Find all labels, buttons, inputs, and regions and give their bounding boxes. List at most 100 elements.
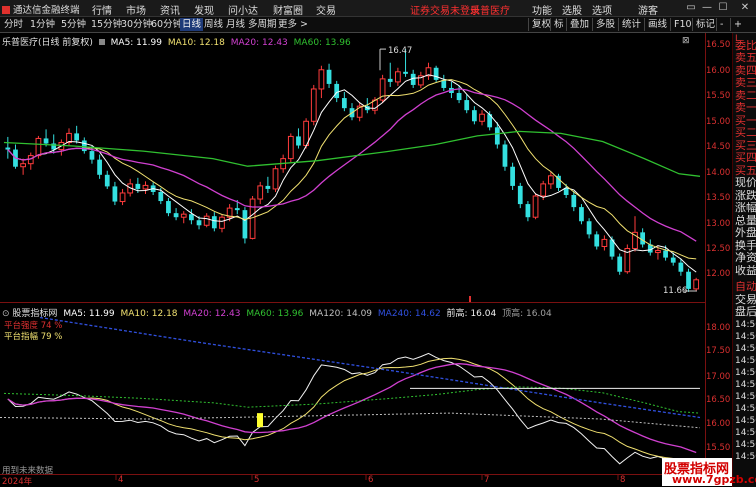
- candle-body: [532, 195, 539, 218]
- candle: [119, 188, 126, 206]
- candle-body: [5, 147, 11, 150]
- ind-y-tick: 16.00: [706, 419, 731, 429]
- candle: [203, 213, 210, 228]
- candle-body: [249, 198, 256, 239]
- candle-body: [640, 232, 646, 245]
- candle-body: [166, 201, 171, 214]
- candle: [617, 253, 623, 275]
- side-item-after-hours[interactable]: 盘后: [735, 306, 756, 319]
- tick-time: 14:50: [735, 380, 756, 390]
- indicator-header: ⊙ 股票指标网 MA5: 11.99 MA10: 12.18 MA20: 12.…: [2, 306, 552, 319]
- candle: [27, 152, 34, 170]
- candle-body: [242, 210, 248, 239]
- side-item-auto[interactable]: 自动: [735, 281, 756, 294]
- ind-ma60: MA60: 13.96: [246, 309, 304, 319]
- candle-body: [81, 140, 87, 152]
- site-watermark: 股票指标网 www.7gpzb.com: [662, 458, 756, 486]
- quote-side-panel: L 委比 卖五 卖四 卖三 卖二 卖一 买一 买二 买三 买四 买五 现价 涨跌…: [732, 33, 756, 487]
- candle: [640, 228, 646, 248]
- side-item-ask2: 卖二: [735, 90, 756, 102]
- candle-body: [203, 215, 210, 226]
- side-item-ask3: 卖三: [735, 77, 756, 89]
- side-item-change: 涨跌: [735, 190, 756, 202]
- candle-body: [334, 83, 340, 99]
- candle: [502, 140, 508, 171]
- tick-time: 14:50: [735, 332, 756, 342]
- ind-y-tick: 17.50: [706, 346, 731, 356]
- candle: [601, 235, 608, 251]
- candle: [647, 239, 653, 256]
- indicator-title[interactable]: 股票指标网: [12, 309, 57, 319]
- candle-body: [74, 133, 80, 141]
- ind-y-tick: 17.00: [706, 372, 731, 382]
- tick-time: 14:50: [735, 356, 756, 366]
- candle: [624, 244, 631, 274]
- ind-y-tick: 15.50: [706, 443, 731, 453]
- candle: [532, 192, 539, 220]
- candle: [287, 133, 294, 163]
- candle-body: [287, 135, 294, 160]
- candle: [464, 94, 470, 114]
- side-item-change-pct: 涨幅: [735, 202, 756, 214]
- y-tick: 14.50: [706, 142, 731, 152]
- candle: [310, 84, 317, 126]
- candle-body: [670, 257, 676, 263]
- tick-time: 14:50: [735, 404, 756, 414]
- candle-body: [142, 184, 149, 190]
- candle: [417, 71, 424, 88]
- candle-body: [265, 185, 271, 189]
- ind-ma60-line: [3, 386, 701, 414]
- side-item-trade[interactable]: 交易: [735, 294, 756, 307]
- side-item-ask5: 卖五: [735, 52, 756, 64]
- candle-body: [180, 213, 187, 218]
- candle: [579, 204, 584, 225]
- candle-body: [158, 191, 164, 202]
- x-month-label: 4: [118, 475, 124, 485]
- candle-body: [586, 221, 592, 235]
- candle-body: [341, 98, 347, 109]
- candle-body: [594, 234, 600, 247]
- x-month-label: 5: [254, 475, 260, 485]
- y-tick: 16.50: [706, 40, 731, 50]
- candle: [594, 231, 600, 250]
- x-month-label: 6: [368, 475, 374, 485]
- tick-time: 14:50: [735, 368, 756, 378]
- x-year-label: 2024年: [2, 477, 33, 487]
- side-item-ratio: 委比: [735, 40, 756, 52]
- moving-average-lines: [3, 48, 701, 292]
- candle: [66, 128, 72, 147]
- candle-body: [464, 100, 470, 111]
- candle: [425, 62, 432, 80]
- candle-body: [510, 166, 515, 186]
- candle: [166, 198, 171, 217]
- candle-body: [104, 174, 110, 187]
- y-tick: 14.00: [706, 168, 731, 178]
- candle: [74, 125, 80, 144]
- indicator-settings-icon[interactable]: ⊙: [2, 309, 10, 319]
- candle-body: [387, 78, 393, 82]
- candle: [5, 136, 11, 159]
- side-item-earnings: 收益: [735, 265, 756, 277]
- candle-body: [540, 183, 547, 197]
- candle: [318, 65, 325, 99]
- x-month-label: 8: [620, 475, 626, 485]
- ind-ma5-line: [7, 352, 697, 475]
- candle: [211, 212, 217, 232]
- side-item-ask1: 卖一: [735, 102, 756, 114]
- candle-body: [472, 110, 477, 122]
- low-price-mark: 11.66: [663, 286, 688, 296]
- side-item-bid5: 买五: [735, 165, 756, 177]
- kline-chart[interactable]: [0, 0, 756, 487]
- ind-ma5: MA5: 11.99: [63, 309, 115, 319]
- tick-time: 14:50: [735, 344, 756, 354]
- candle-body: [456, 93, 462, 101]
- side-item-bid2: 买二: [735, 127, 756, 139]
- tick-time: 14:50: [735, 416, 756, 426]
- ind-ma20: MA20: 12.43: [183, 309, 241, 319]
- signal-bar: [257, 413, 263, 428]
- candle-body: [257, 185, 264, 200]
- candle-body: [89, 151, 95, 160]
- candlestick-series: [5, 49, 700, 292]
- chart-grid: [0, 32, 756, 480]
- candle: [265, 176, 271, 193]
